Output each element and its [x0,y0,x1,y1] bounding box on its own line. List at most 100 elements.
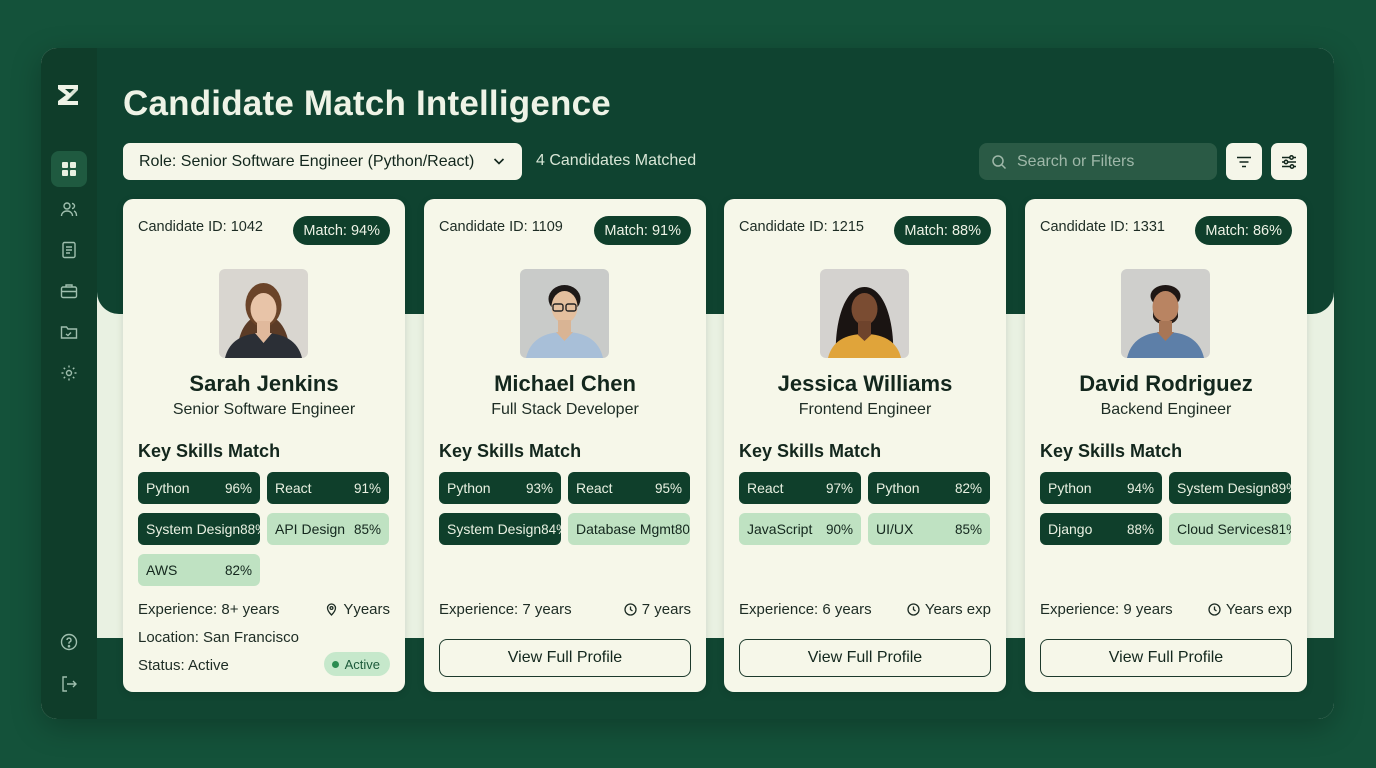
sidebar-item-jobs[interactable] [51,273,87,309]
experience-note-label: Years exp [924,601,991,618]
status-badge: Active [323,652,390,676]
candidate-card[interactable]: Candidate ID: 1042 Match: 94% Sarah Jenk… [123,199,405,692]
avatar [219,269,308,358]
skill-chip: AWS 82% [138,554,260,586]
candidate-id: Candidate ID: 1042 [138,219,263,235]
candidate-card[interactable]: Candidate ID: 1215 Match: 88% Jessica Wi… [724,199,1006,692]
adjust-settings-button[interactable] [1271,143,1307,180]
candidate-role: Backend Engineer [1100,401,1232,418]
settings-icon [61,365,77,381]
skills-title: Key Skills Match [138,441,281,461]
view-full-profile-button[interactable]: View Full Profile [739,639,991,677]
skills-title: Key Skills Match [439,441,582,461]
match-badge: Match: 86% [1195,216,1292,245]
experience-note: Yyears [325,601,390,618]
clock-icon [907,603,920,616]
sidebar-item-users[interactable] [51,191,87,227]
skill-chip: React 95% [568,472,690,504]
dashboard-icon [62,162,76,176]
experience-text: Experience: 7 years [439,601,572,618]
match-badge: Match: 94% [293,216,390,245]
search-input[interactable] [1017,152,1207,171]
candidate-id: Candidate ID: 1215 [739,219,864,235]
skill-name: System Design [447,521,542,537]
skill-name: API Design [275,521,346,537]
role-select[interactable]: Role: Senior Software Engineer (Python/R… [123,143,522,180]
skill-percent: 88% [240,521,260,537]
experience-note-label: Years exp [1225,601,1292,618]
filter-button[interactable] [1226,143,1262,180]
sidebar-item-documents[interactable] [51,232,87,268]
experience-note: 7 years [624,601,691,618]
experience-note: Years exp [907,601,991,618]
skill-percent: 85% [954,521,982,537]
skill-percent: 89% [1271,480,1291,496]
candidate-role: Full Stack Developer [491,401,639,418]
skill-name: System Design [146,521,241,537]
candidate-card[interactable]: Candidate ID: 1331 Match: 86% David Rodr… [1025,199,1307,692]
skill-chip: System Design 88% [138,513,260,545]
filter-icon [1237,156,1251,167]
candidate-id: Candidate ID: 1331 [1040,219,1165,235]
skill-chip: React 91% [267,472,389,504]
skill-percent: 91% [353,480,381,496]
skill-chip: API Design 85% [267,513,389,545]
candidate-name: David Rodriguez [1079,371,1253,396]
skill-percent: 82% [954,480,982,496]
app-logo[interactable] [57,84,79,106]
experience-note-label: Yyears [343,601,390,618]
skill-percent: 95% [654,480,682,496]
skill-percent: 82% [224,562,252,578]
skill-chip: System Design 89% [1169,472,1291,504]
candidate-card[interactable]: Candidate ID: 1109 Match: 91% Michael Ch… [424,199,706,692]
skill-chip: JavaScript 90% [739,513,861,545]
sliders-icon [1282,154,1296,169]
skills-title: Key Skills Match [1040,441,1183,461]
skill-percent: 80% [674,521,690,537]
match-badge: Match: 88% [894,216,991,245]
briefcase-icon [60,284,78,299]
logout-icon [62,676,77,692]
skill-percent: 94% [1126,480,1154,496]
skill-chip: Python 94% [1040,472,1162,504]
skills-title: Key Skills Match [739,441,882,461]
skill-name: JavaScript [747,521,813,537]
users-icon [60,202,78,217]
experience-text: Experience: 8+ years [138,601,280,618]
avatar [820,269,909,358]
status-badge-label: Active [344,656,380,672]
view-full-profile-button[interactable]: View Full Profile [1040,639,1292,677]
sidebar-item-settings[interactable] [51,355,87,391]
experience-note: Years exp [1208,601,1292,618]
skill-name: Python [1048,480,1092,496]
skill-name: Database Mgmt [576,521,675,537]
location-text: Location: San Francisco [138,629,299,646]
skill-name: React [747,480,784,496]
skill-percent: 81% [1271,521,1291,537]
sidebar-item-help[interactable] [51,624,87,660]
skill-chip: Python 93% [439,472,561,504]
sidebar-item-files[interactable] [51,314,87,350]
skill-name: AWS [146,562,178,578]
skill-name: React [275,480,312,496]
view-full-profile-button[interactable]: View Full Profile [439,639,691,677]
avatar [1121,269,1210,358]
skill-chip: Database Mgmt 80% [568,513,690,545]
sidebar-item-logout[interactable] [51,666,87,702]
skill-chip: Django 88% [1040,513,1162,545]
clock-icon [624,603,637,616]
clock-icon [1208,603,1221,616]
skill-percent: 96% [224,480,252,496]
avatar [520,269,609,358]
search-box[interactable] [979,143,1217,180]
sidebar-item-dashboard[interactable] [51,151,87,187]
status-text: Status: Active [138,657,229,674]
skill-name: React [576,480,613,496]
sidebar [41,48,97,719]
skill-percent: 97% [825,480,853,496]
skill-name: Python [447,480,491,496]
candidate-id: Candidate ID: 1109 [439,219,563,235]
skill-name: Python [876,480,920,496]
skill-name: Django [1048,521,1093,537]
page-title: Candidate Match Intelligence [123,84,611,123]
